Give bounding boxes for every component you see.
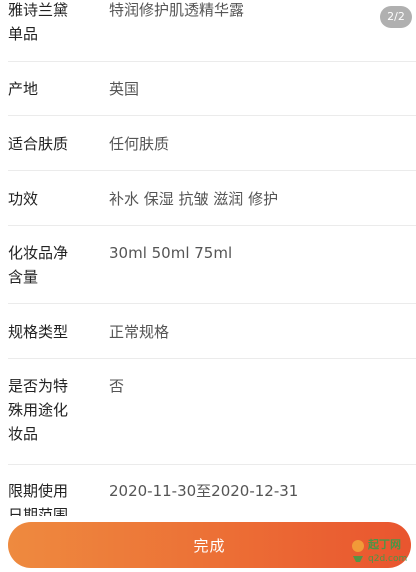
detail-label-skin-type: 适合肤质 [8, 135, 69, 153]
product-detail-sheet: 雅诗兰黛 单品 特润修护肌透精华露 产地 英国 适合肤质 任何肤质 功效 补水 … [0, 0, 416, 572]
detail-label-net-content: 化妆品净 含量 [8, 244, 69, 286]
detail-value-efficacy: 补水 保湿 抗皱 滋润 修护 [109, 190, 279, 208]
detail-row-expiry-range: 限期使用 日期范围 2020-11-30至2020-12-31 [8, 465, 408, 516]
detail-label-expiry-range: 限期使用 日期范围 [8, 482, 69, 516]
detail-row-product: 雅诗兰黛 单品 特润修护肌透精华露 [8, 0, 416, 62]
detail-row-net-content: 化妆品净 含量 30ml 50ml 75ml [8, 226, 416, 304]
detail-row-special-use: 是否为特 殊用途化 妆品 否 [8, 359, 416, 465]
done-button-container: 完成 [8, 522, 411, 568]
detail-value-origin: 英国 [109, 80, 140, 98]
detail-row-spec-type: 规格类型 正常规格 [8, 304, 416, 359]
detail-value-spec-type: 正常规格 [109, 323, 170, 341]
detail-value-net-content: 30ml 50ml 75ml [109, 244, 233, 262]
detail-value-special-use: 否 [109, 377, 125, 395]
detail-label-special-use: 是否为特 殊用途化 妆品 [8, 377, 69, 443]
detail-value-product: 特润修护肌透精华露 [109, 1, 245, 19]
detail-row-efficacy: 功效 补水 保湿 抗皱 滋润 修护 [8, 171, 416, 226]
detail-label-product: 雅诗兰黛 单品 [8, 1, 69, 43]
done-button[interactable]: 完成 [8, 522, 411, 568]
detail-label-spec-type: 规格类型 [8, 323, 69, 341]
product-detail-list[interactable]: 雅诗兰黛 单品 特润修护肌透精华露 产地 英国 适合肤质 任何肤质 功效 补水 … [0, 0, 416, 516]
detail-row-skin-type: 适合肤质 任何肤质 [8, 116, 416, 171]
detail-row-origin: 产地 英国 [8, 62, 416, 116]
detail-value-skin-type: 任何肤质 [109, 135, 170, 153]
detail-label-efficacy: 功效 [8, 190, 39, 208]
page-indicator-badge: 2/2 [380, 6, 412, 28]
detail-label-origin: 产地 [8, 80, 39, 98]
detail-value-expiry-range: 2020-11-30至2020-12-31 [109, 482, 299, 500]
